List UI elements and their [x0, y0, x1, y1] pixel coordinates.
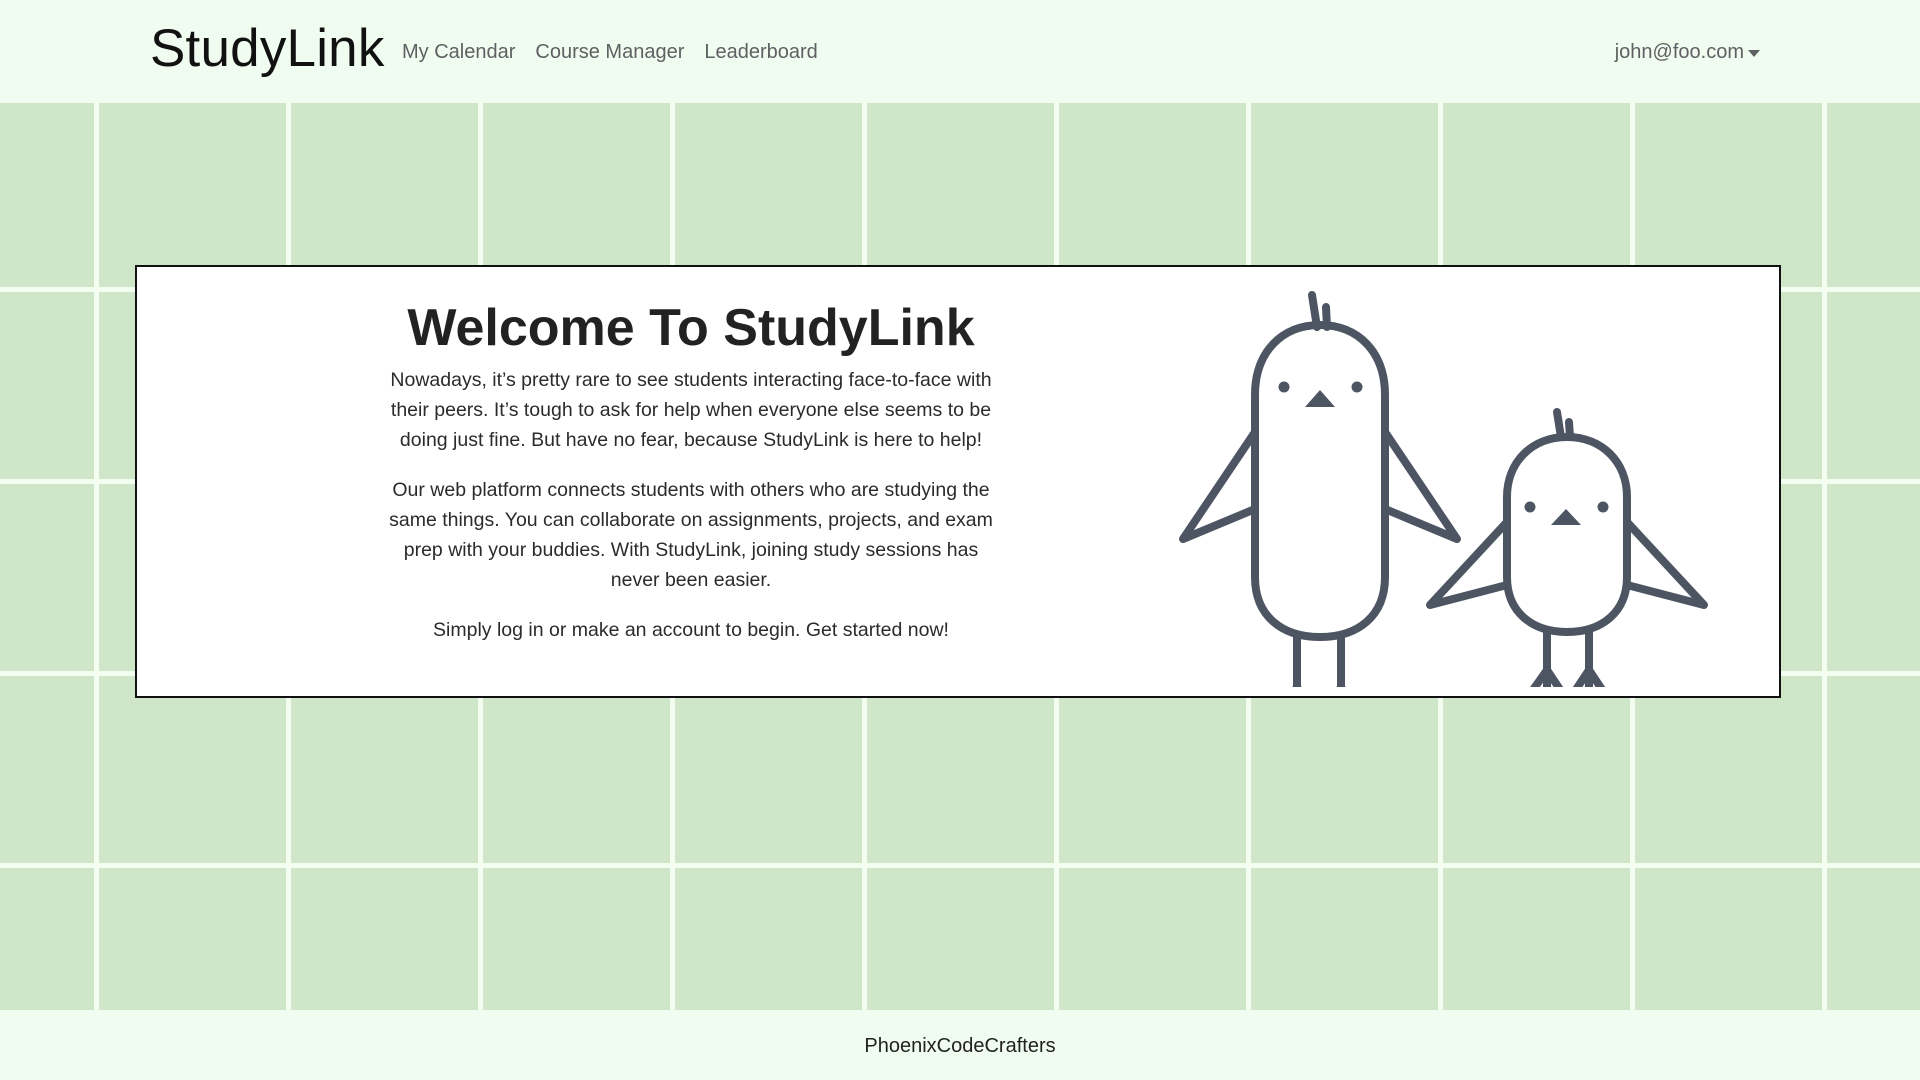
nav-link-leaderboard[interactable]: Leaderboard — [704, 38, 817, 66]
user-email: john@foo.com — [1614, 41, 1744, 63]
welcome-paragraph-intro: Nowadays, it’s pretty rare to see studen… — [390, 369, 992, 451]
chick-left — [1179, 291, 1461, 687]
welcome-card: Welcome To StudyLink Nowadays, it’s pret… — [135, 265, 1781, 698]
welcome-text: Welcome To StudyLink Nowadays, it’s pret… — [377, 297, 1005, 665]
nav-links: My Calendar Course Manager Leaderboard — [402, 38, 838, 66]
welcome-title: Welcome To StudyLink — [407, 299, 975, 357]
caret-down-icon — [1748, 49, 1760, 57]
two-chicks-illustration — [1179, 291, 1708, 687]
footer-credit: PhoenixCodeCrafters — [864, 1035, 1056, 1057]
chick-right — [1426, 408, 1708, 687]
user-dropdown[interactable]: john@foo.com — [1615, 38, 1760, 66]
nav-link-my-calendar[interactable]: My Calendar — [402, 38, 515, 66]
welcome-paragraph-platform: Our web platform connects students with … — [389, 479, 993, 591]
top-navbar: StudyLink My Calendar Course Manager Lea… — [0, 0, 1920, 103]
page-footer: PhoenixCodeCrafters — [0, 1010, 1920, 1080]
nav-link-course-manager[interactable]: Course Manager — [535, 38, 684, 66]
brand-logo[interactable]: StudyLink — [150, 16, 385, 82]
welcome-paragraph-cta: Simply log in or make an account to begi… — [433, 619, 949, 641]
